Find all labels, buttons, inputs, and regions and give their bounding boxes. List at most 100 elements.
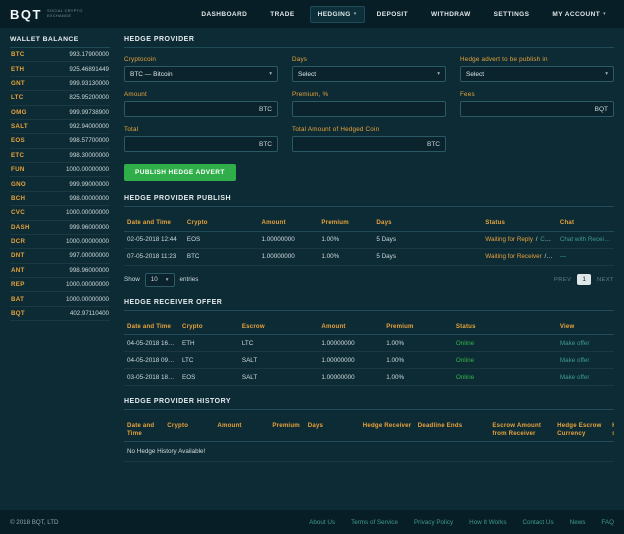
status-text: Waiting for Receiver [485, 253, 542, 261]
coin-balance: 999.93130000 [69, 79, 109, 87]
footer-link[interactable]: Privacy Policy [414, 519, 453, 526]
coin-balance: 1000.00000000 [65, 209, 109, 217]
column-header: Premium [318, 215, 374, 232]
wallet-row: DASH 999.96000000 [10, 221, 110, 235]
cell-crypto: ETH [179, 334, 239, 353]
column-header: Deadline Ends [414, 418, 490, 443]
footer-link[interactable]: Terms of Service [351, 519, 398, 526]
make-offer-link[interactable]: Make offer [556, 351, 614, 370]
total-input-wrap: BTC [124, 136, 278, 152]
amount-input[interactable] [130, 105, 255, 113]
content-area: WALLET BALANCE BTC 993.17900000 ETH 925.… [0, 28, 624, 510]
nav-item[interactable]: SETTINGS [486, 6, 541, 23]
cancel-link[interactable]: Cancel [540, 236, 557, 243]
fees-input[interactable] [466, 105, 591, 113]
show-entries-value: 10 [150, 276, 158, 284]
wallet-row: EOS 998.57700000 [10, 134, 110, 149]
field-hedge-advert: Hedge advert to be publish in Select ▾ [460, 56, 614, 82]
table-row: 04-05-2018 09:53 LTC SALT 1.00000000 1.0… [124, 351, 614, 370]
column-header: Status [482, 215, 557, 232]
coin-balance: 998.30000000 [69, 151, 109, 159]
hedge-receiver-offer-title: HEDGE RECEIVER OFFER [124, 299, 614, 311]
current-page-button[interactable]: 1 [577, 274, 591, 286]
total-hedged-label: Total Amount of Hedged Coin [292, 126, 380, 133]
coin-balance: 999.99738900 [69, 108, 109, 116]
coin-symbol: EOS [11, 137, 25, 145]
wallet-row: ETC 998.30000000 [10, 149, 110, 163]
cell-date: 04-05-2018 16:20 [124, 334, 179, 353]
footer-links: About Us Terms of Service Privacy Policy Ho… [309, 519, 614, 526]
next-page-button[interactable]: NEXT [597, 277, 614, 283]
premium-input[interactable] [298, 105, 440, 113]
chevron-down-icon: ▾ [605, 71, 608, 77]
chat-link[interactable]: Chat with Receiver [556, 231, 614, 249]
coin-balance: 998.96000000 [69, 266, 109, 274]
wallet-row: GNT 999.93130000 [10, 77, 110, 92]
total-hedged-input[interactable] [298, 140, 423, 148]
coin-symbol: ANT [11, 266, 25, 274]
hedge-provider-section: HEDGE PROVIDER Cryptocoin BTC — Bitcoin … [124, 36, 614, 183]
field-premium: Premium, % [292, 91, 446, 117]
nav-item[interactable]: DEPOSIT [369, 6, 419, 23]
status-online: Online [452, 334, 557, 353]
nav-item[interactable]: TRADE [262, 6, 305, 23]
footer-link[interactable]: FAQ [601, 519, 614, 526]
table-row: 02-05-2018 12:44 EOS 1.00000000 1.00% 5 … [124, 231, 614, 249]
coin-balance: 993.17900000 [69, 51, 109, 59]
coin-balance: 402.97110400 [69, 309, 109, 317]
coin-symbol: CVC [11, 209, 25, 217]
total-hedged-suffix: BTC [427, 140, 440, 148]
hedge-provider-title: HEDGE PROVIDER [124, 36, 614, 48]
column-header: Date and Time [124, 318, 179, 336]
footer-link[interactable]: About Us [309, 519, 335, 526]
total-suffix: BTC [259, 140, 272, 148]
fees-label: Fees [460, 91, 475, 98]
wallet-row: DNT 997.00000000 [10, 249, 110, 264]
coin-balance: 999.99000000 [69, 180, 109, 188]
coin-balance: 825.95200000 [69, 94, 109, 102]
cell-status: Waiting for Receiver / Cancel [482, 248, 557, 266]
hedge-receiver-offer-table: Date and Time Crypto Escrow Amount Premium St… [124, 318, 614, 387]
nav-item-label: DEPOSIT [376, 10, 408, 18]
nav-item[interactable]: HEDGING ▾ [309, 5, 365, 23]
field-cryptocoin: Cryptocoin BTC — Bitcoin ▾ [124, 56, 278, 82]
brand-tagline: SOCIAL CRYPTO EXCHANGE [47, 9, 83, 19]
show-entries-select[interactable]: 10 ▾ [144, 272, 175, 287]
column-header: Crypto [164, 418, 215, 443]
coin-symbol: BTC [11, 51, 25, 59]
footer-link[interactable]: Contact Us [522, 519, 553, 526]
field-days: Days Select ▾ [292, 56, 446, 82]
brand-logo[interactable]: BQT SOCIAL CRYPTO EXCHANGE [10, 7, 83, 22]
nav-item[interactable]: WITHDRAW [423, 6, 482, 23]
field-amount: Amount BTC [124, 91, 278, 117]
cell-amount: 1.00000000 [258, 248, 319, 266]
nav-item-label: MY ACCOUNT [552, 10, 601, 18]
hedge-advert-select[interactable]: Select ▾ [460, 66, 614, 82]
hedge-provider-publish-section: HEDGE PROVIDER PUBLISH Date and Time Cryp… [124, 195, 614, 287]
cell-crypto: LTC [179, 351, 239, 370]
publish-hedge-advert-button[interactable]: PUBLISH HEDGE ADVERT [124, 164, 236, 181]
cell-escrow: SALT [238, 351, 319, 370]
make-offer-link[interactable]: Make offer [556, 334, 614, 353]
chat-link[interactable]: — [556, 248, 614, 266]
main-content: HEDGE PROVIDER Cryptocoin BTC — Bitcoin … [124, 36, 614, 510]
footer-link[interactable]: How It Works [469, 519, 506, 526]
hedge-provider-history-title: HEDGE PROVIDER HISTORY [124, 398, 614, 411]
footer-link[interactable]: News [570, 519, 586, 526]
nav-item[interactable]: MY ACCOUNT ▾ [544, 6, 614, 23]
make-offer-link[interactable]: Make offer [556, 368, 614, 387]
coin-symbol: GNO [11, 180, 26, 188]
total-input[interactable] [130, 140, 255, 148]
nav-item[interactable]: DASHBOARD [193, 6, 258, 23]
cell-status: Waiting for Reply / Cancel [482, 231, 557, 249]
hedge-provider-form: Cryptocoin BTC — Bitcoin ▾ Days Select ▾ [124, 56, 614, 152]
status-online: Online [452, 351, 557, 370]
prev-page-button[interactable]: PREV [554, 277, 571, 283]
days-select[interactable]: Select ▾ [292, 66, 446, 82]
cell-crypto: BTC [183, 248, 259, 266]
cryptocoin-select[interactable]: BTC — Bitcoin ▾ [124, 66, 278, 82]
hedge-receiver-offer-section: HEDGE RECEIVER OFFER Date and Time Crypto… [124, 299, 614, 387]
hedge-provider-publish-table: Date and Time Crypto Amount Premium Days Stat… [124, 215, 614, 266]
wallet-row: ANT 998.96000000 [10, 264, 110, 278]
chevron-down-icon: ▾ [165, 276, 169, 283]
